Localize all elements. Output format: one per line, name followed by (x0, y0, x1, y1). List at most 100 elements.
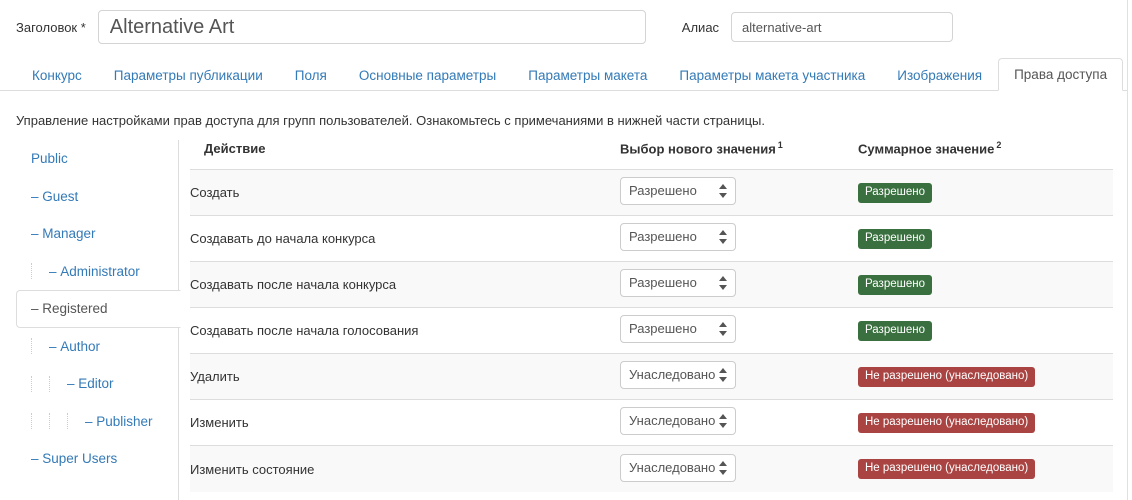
permission-select[interactable]: Разрешено (620, 223, 736, 252)
select-spinner-icon[interactable] (719, 184, 727, 199)
cell-summary: Разрешено (858, 307, 1113, 354)
tree-guide-icon (49, 413, 50, 430)
tab-5[interactable]: Параметры макета участника (663, 59, 881, 92)
tab-1[interactable]: Параметры публикации (98, 59, 279, 92)
select-spinner-icon[interactable] (719, 460, 727, 475)
table-header-row: Действие Выбор нового значения 1 Суммарно… (190, 140, 1113, 171)
status-badge: Разрешено (858, 182, 932, 204)
cell-summary: Разрешено (858, 215, 1113, 262)
permission-select[interactable]: Унаследовано (620, 453, 736, 482)
tree-guide-icon (67, 413, 68, 430)
tree-guide-icon (31, 375, 32, 392)
page-right-border (1127, 0, 1128, 500)
sidebar-item-label: – Administrator (49, 263, 140, 279)
cell-summary: Не разрешено (унаследовано) (858, 399, 1113, 446)
select-spinner-icon[interactable] (719, 368, 727, 383)
tab-2[interactable]: Поля (279, 59, 343, 92)
cell-new-value: Разрешено (620, 215, 858, 262)
page-description: Управление настройками прав доступа для … (16, 113, 765, 128)
permission-select[interactable]: Разрешено (620, 177, 736, 206)
header-summary: Суммарное значение 2 (858, 140, 1113, 171)
sidebar-item-author[interactable]: – Author (16, 328, 178, 366)
permission-select[interactable]: Разрешено (620, 315, 736, 344)
tab-7[interactable]: Права доступа (998, 57, 1124, 91)
cell-new-value: Разрешено (620, 261, 858, 308)
tree-guide-icon (49, 375, 50, 392)
sidebar-item-manager[interactable]: – Manager (16, 215, 178, 253)
permissions-page: Заголовок * Алиас Конкурс Параметры публи… (0, 0, 1132, 500)
sidebar-item-public[interactable]: Public (16, 140, 178, 178)
tab-4[interactable]: Параметры макета (512, 59, 663, 92)
tab-6[interactable]: Изображения (881, 59, 998, 92)
cell-action: Создавать после начала голосования (190, 307, 620, 354)
status-badge: Не разрешено (унаследовано) (858, 366, 1036, 388)
sidebar-item-label: Public (31, 151, 68, 166)
usergroup-sidebar: Public – Guest – Manager – Administrator – R… (16, 140, 181, 500)
cell-summary: Разрешено (858, 261, 1113, 308)
sidebar-item-label: – Author (49, 338, 101, 354)
tab-label: Поля (294, 67, 327, 83)
cell-summary: Не разрешено (унаследовано) (858, 445, 1113, 492)
permission-select[interactable]: Унаследовано (620, 407, 736, 436)
select-spinner-icon[interactable] (719, 414, 727, 429)
tree-guide-icon (31, 338, 32, 355)
table-row: Создавать после начала голосования Разреш… (190, 307, 1113, 354)
alias-input[interactable] (731, 12, 954, 42)
select-spinner-icon[interactable] (719, 322, 727, 337)
action-label: Изменить состояние (190, 461, 315, 477)
status-badge: Разрешено (858, 228, 932, 250)
title-alias-row: Заголовок * Алиас (0, 0, 1127, 54)
permission-select[interactable]: Унаследовано (620, 361, 736, 390)
cell-new-value: Унаследовано (620, 353, 858, 400)
action-label: Создавать до начала конкурса (190, 231, 376, 247)
sidebar-item-label: – Manager (31, 226, 96, 241)
header-new-value-label: Выбор нового значения (620, 141, 776, 157)
cell-new-value: Разрешено (620, 307, 858, 354)
title-input[interactable] (97, 10, 646, 44)
cell-action: Изменить (190, 399, 620, 446)
cell-action: Создавать до начала конкурса (190, 215, 620, 262)
table-row: Удалить Унаследовано Не разрешено (унаслед… (190, 353, 1113, 400)
permissions-body: Public – Guest – Manager – Administrator – R… (0, 140, 1127, 500)
permission-select[interactable]: Разрешено (620, 269, 736, 298)
sidebar-item-administrator[interactable]: – Administrator (16, 253, 178, 291)
header-summary-label: Суммарное значение (858, 141, 995, 157)
permission-select-value: Разрешено (629, 229, 697, 245)
sidebar-item-label: – Editor (67, 376, 114, 391)
permission-select-value: Унаследовано (629, 367, 716, 383)
cell-new-value: Разрешено (620, 170, 858, 216)
footnote-marker-2: 2 (996, 140, 1002, 150)
tab-3[interactable]: Основные параметры (343, 59, 512, 92)
cell-summary: Разрешено (858, 170, 1113, 216)
sidebar-item-label: – Registered (31, 301, 108, 316)
sidebar-item-publisher[interactable]: – Publisher (16, 403, 178, 441)
action-label: Изменить (190, 415, 249, 431)
tab-0[interactable]: Конкурс (16, 59, 98, 92)
cell-new-value: Унаследовано (620, 399, 858, 446)
permission-select-value: Разрешено (629, 183, 697, 199)
permission-select-value: Разрешено (629, 321, 697, 337)
sidebar-item-guest[interactable]: – Guest (16, 178, 178, 216)
sidebar-item-super-users[interactable]: – Super Users (16, 440, 178, 478)
sidebar-item-label: – Super Users (31, 451, 118, 466)
tab-label: Изображения (897, 67, 983, 83)
header-new-value: Выбор нового значения 1 (620, 140, 858, 171)
sidebar-item-registered[interactable]: – Registered (16, 290, 181, 328)
header-action: Действие (190, 140, 620, 171)
action-label: Создать (190, 185, 240, 201)
status-badge: Не разрешено (унаследовано) (858, 458, 1036, 480)
cell-summary: Не разрешено (унаследовано) (858, 353, 1113, 400)
table-row: Создавать после начала конкурса Разрешено… (190, 261, 1113, 308)
cell-action: Создавать после начала конкурса (190, 261, 620, 308)
select-spinner-icon[interactable] (719, 230, 727, 245)
cell-action: Создать (190, 170, 620, 216)
select-spinner-icon[interactable] (719, 276, 727, 291)
sidebar-item-label: – Guest (31, 188, 79, 204)
sidebar-item-editor[interactable]: – Editor (16, 365, 178, 403)
header-action-label: Действие (204, 140, 266, 156)
permissions-table-head: Действие Выбор нового значения 1 Суммарно… (190, 140, 1113, 171)
table-row: Изменить состояние Унаследовано Не разреше… (190, 445, 1113, 492)
cell-new-value: Унаследовано (620, 445, 858, 492)
alias-label: Алиас (681, 19, 720, 35)
status-badge: Разрешено (858, 320, 932, 342)
